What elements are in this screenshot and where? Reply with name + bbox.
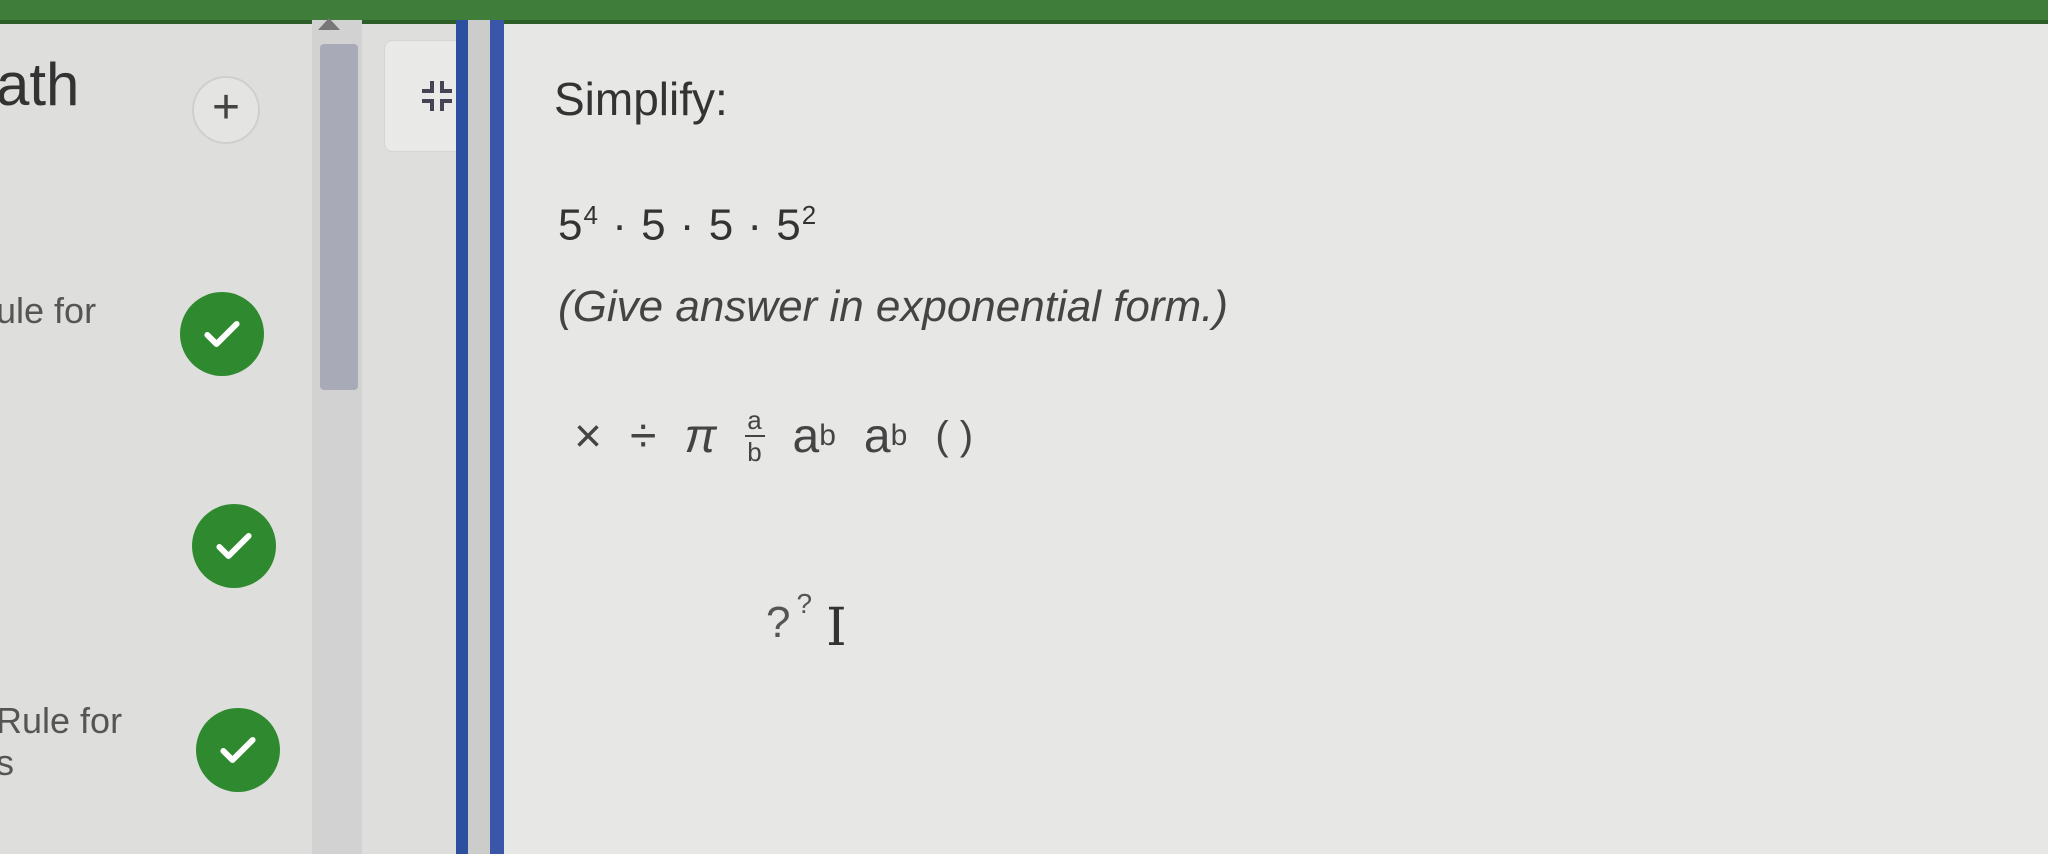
multiply-dot: · [747, 200, 764, 250]
term-exponent: 2 [801, 200, 818, 230]
fraction-icon: a b [744, 405, 765, 467]
fraction-numerator: a [747, 405, 762, 435]
math-toolbar: × ÷ π a b ab ab ( ) [574, 404, 973, 468]
subscript-index: b [890, 419, 908, 452]
term: 5 [708, 200, 735, 250]
scrollbar-thumb[interactable] [320, 44, 358, 390]
fraction-button[interactable]: a b [744, 404, 765, 468]
lesson-item-label[interactable]: ule for [0, 290, 96, 332]
term-exponent: 4 [583, 200, 599, 230]
term-base: 5 [558, 200, 584, 250]
pane-divider [490, 20, 504, 854]
term: 5 [641, 200, 667, 250]
answer-base-placeholder[interactable]: ? [766, 598, 790, 648]
subscript-button[interactable]: ab [864, 404, 907, 468]
divide-button[interactable]: ÷ [630, 404, 656, 468]
fraction-denominator: b [747, 437, 762, 467]
subscript-base: a [863, 409, 891, 463]
pane-divider [456, 20, 468, 854]
scroll-up-arrow-icon[interactable] [318, 18, 340, 30]
question-panel: Simplify: 54 · 5 · 5 · 52 (Give answer i… [504, 24, 2048, 854]
collapse-icon [422, 81, 452, 111]
check-icon [192, 504, 276, 588]
add-button[interactable]: + [192, 76, 260, 144]
lesson-item-label[interactable]: Rule for s [0, 700, 122, 784]
text-cursor-icon: I [826, 598, 847, 658]
parentheses-button[interactable]: ( ) [935, 404, 973, 468]
multiply-dot: · [679, 200, 696, 250]
answer-exponent-placeholder[interactable]: ? [796, 588, 812, 620]
exponent-base: a [792, 409, 820, 463]
lesson-label-line1: Rule for [0, 700, 123, 741]
check-icon [196, 708, 280, 792]
multiply-dot: · [612, 200, 628, 250]
question-prompt: Simplify: [554, 73, 728, 125]
exponent-power: b [819, 419, 836, 452]
lesson-label-line2: s [0, 742, 14, 783]
answer-input[interactable]: ? ? I [766, 588, 847, 658]
course-title: ath [0, 51, 80, 118]
times-button[interactable]: × [574, 404, 602, 468]
math-expression: 54 · 5 · 5 · 52 [558, 200, 817, 251]
term-base: 5 [776, 200, 802, 250]
pi-button[interactable]: π [684, 404, 716, 468]
pane-gutter [468, 20, 490, 854]
answer-instruction: (Give answer in exponential form.) [558, 282, 1229, 331]
check-icon [180, 292, 264, 376]
top-bar [0, 0, 2048, 24]
exponent-button[interactable]: ab [793, 404, 836, 468]
